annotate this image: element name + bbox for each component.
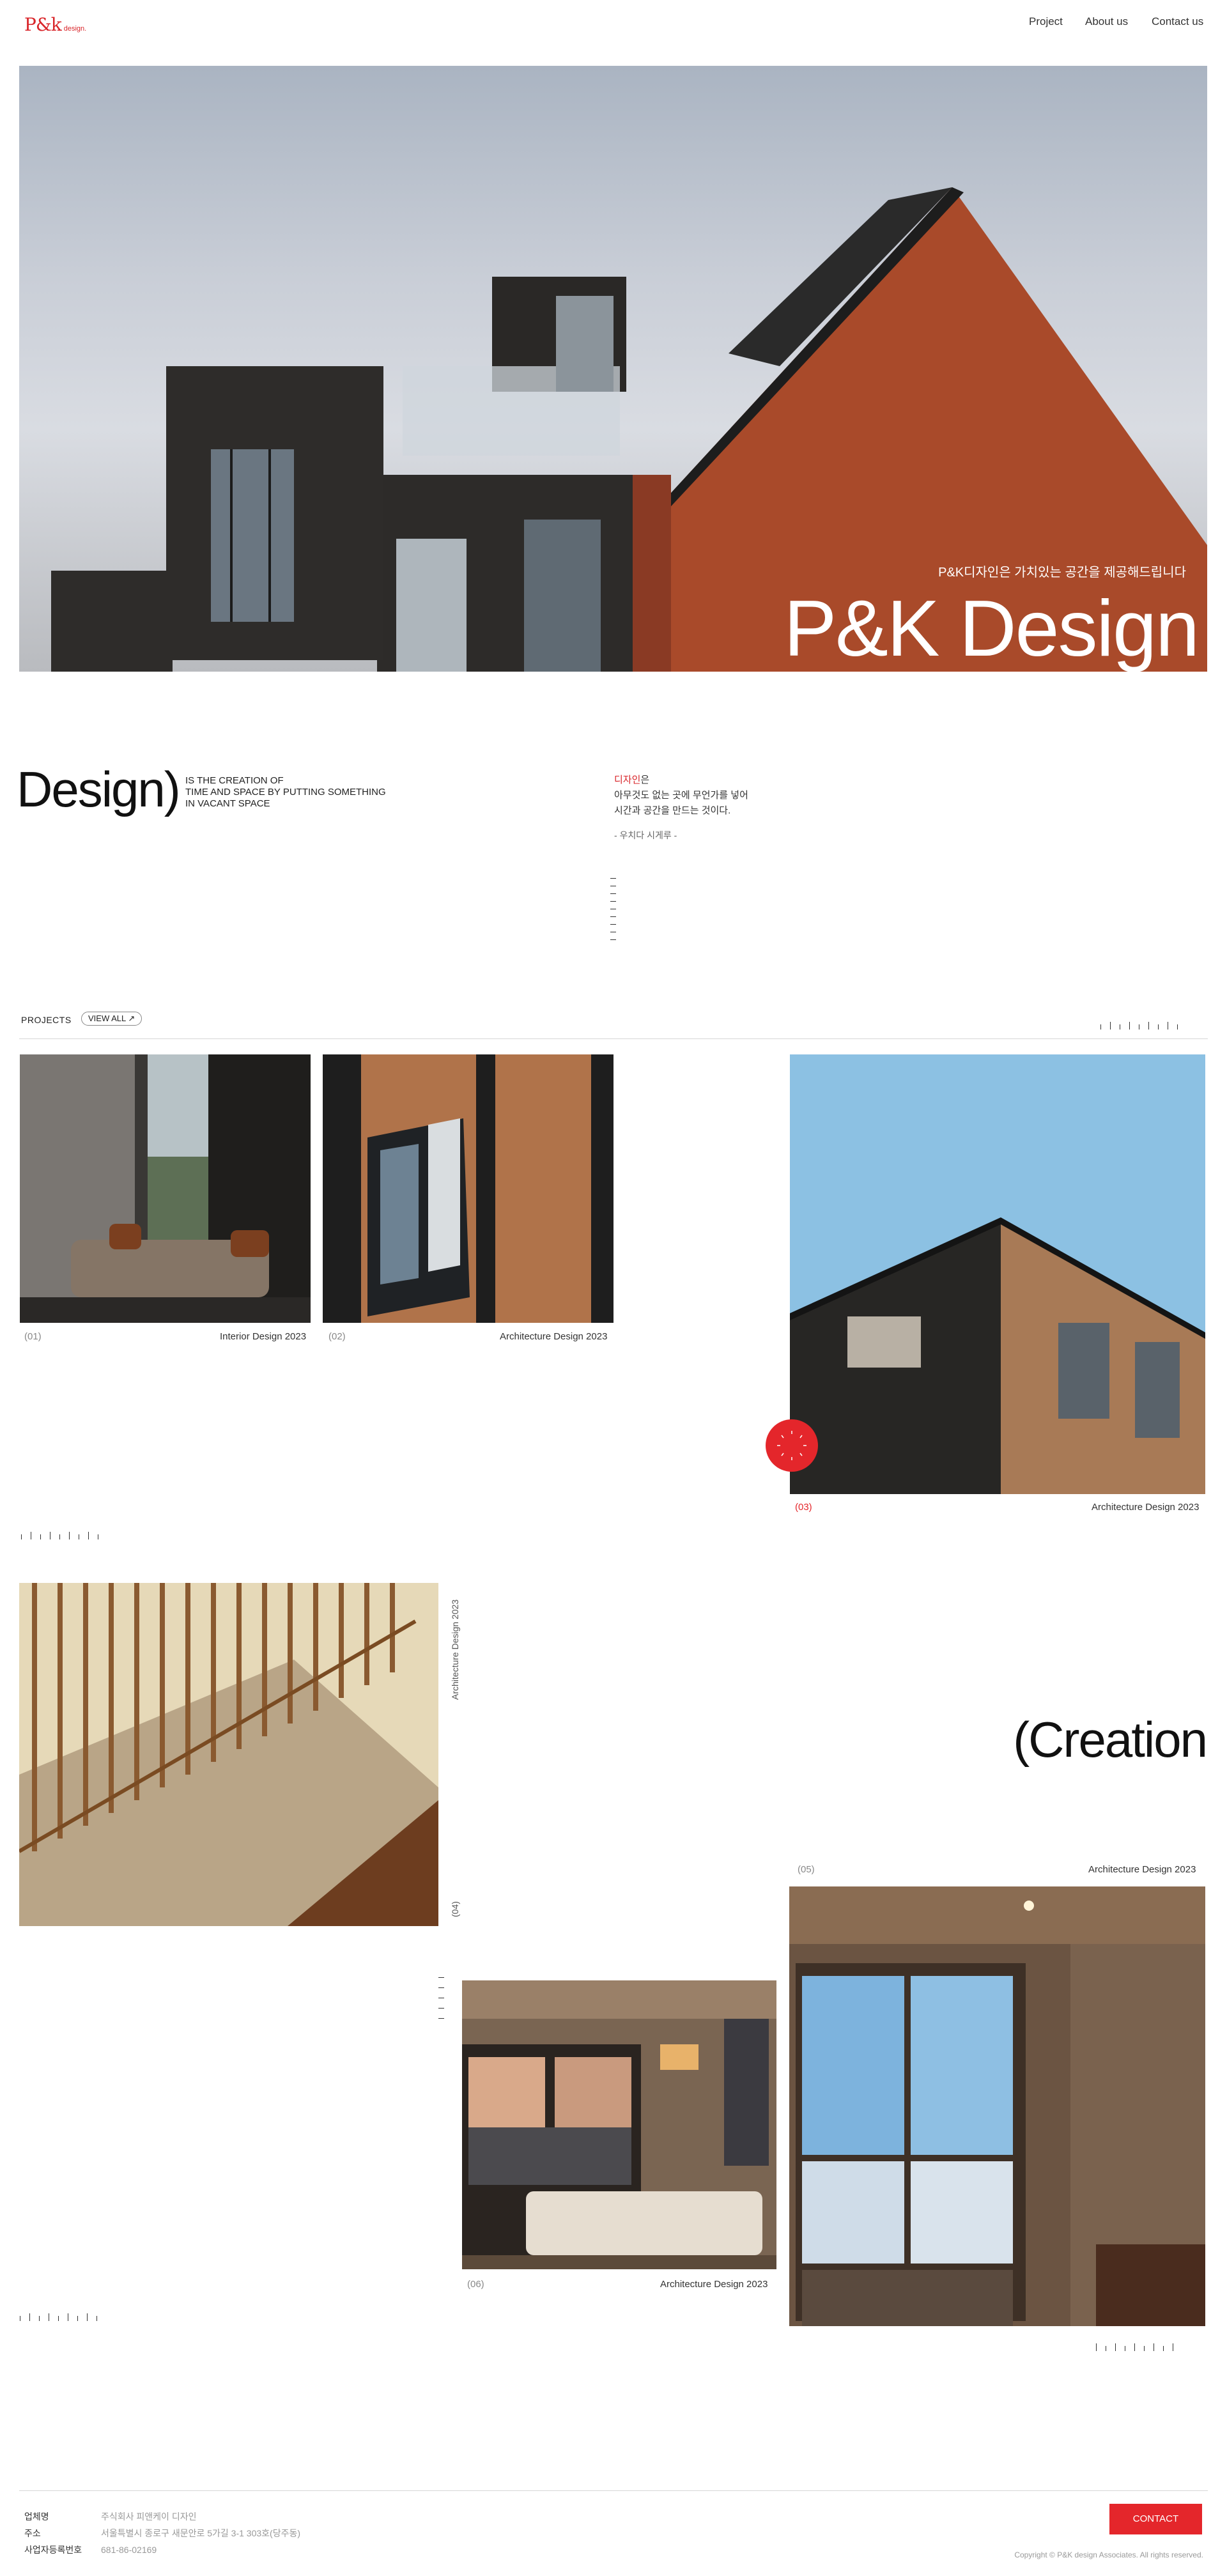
nav-project[interactable]: Project (1029, 15, 1063, 28)
hero-subtitle: P&K디자인은 가치있는 공간을 제공해드립니다 (938, 566, 1186, 580)
facade-image (323, 1054, 614, 1323)
spinner-dots-icon (777, 1431, 806, 1460)
nav-contact-us[interactable]: Contact us (1152, 15, 1203, 28)
vertical-ticks-divider (438, 1977, 444, 2019)
hero-banner: P&K디자인은 가치있는 공간을 제공해드립니다 P&K Design (19, 66, 1207, 672)
logo-sub: design. (63, 25, 87, 33)
intro-en-line: IN VACANT SPACE (185, 798, 270, 809)
intro-kr-accent: 디자인 (614, 775, 641, 785)
footer-bizno-key: 사업자등록번호 (24, 2545, 82, 2555)
living-room-image (462, 1980, 776, 2269)
footer-bizno-value: 681-86-02169 (101, 2545, 157, 2555)
staircase-image (19, 1583, 438, 1926)
project-card-04-num: (04) (450, 1901, 460, 1917)
project-card-02-num: (02) (328, 1331, 346, 1342)
logo-text: P&k (24, 14, 62, 35)
arrow-up-right-icon: ↗ (128, 1014, 135, 1023)
hero-building-image (51, 187, 1207, 672)
projects-label: PROJECTS (21, 1015, 72, 1025)
hero-title: P&K Design (783, 585, 1200, 672)
creation-word: (Creation (1013, 1711, 1208, 1768)
project-card-02-image[interactable] (323, 1054, 614, 1323)
intro-design-word: Design) (17, 761, 181, 817)
intro-en-line: TIME AND SPACE BY PUTTING SOMETHING (185, 787, 386, 798)
footer-company-value: 주식회사 피앤케이 디자인 (101, 2511, 197, 2522)
copyright-text: Copyright © P&K design Associates. All r… (1014, 2550, 1203, 2559)
logo[interactable]: P&k design. (24, 14, 86, 35)
projects-divider (19, 1038, 1208, 1039)
vertical-ticks-divider (610, 878, 616, 940)
tall-window-interior-image (789, 1886, 1205, 2326)
footer-company-row: 업체명 주식회사 피앤케이 디자인 (24, 2508, 196, 2525)
horizontal-ticks-decor (21, 1532, 98, 1539)
project-card-03-image[interactable] (790, 1054, 1205, 1494)
project-card-04-image[interactable] (19, 1583, 438, 1926)
project-card-03-caption: Architecture Design 2023 (1092, 1502, 1200, 1513)
project-card-06-caption: Architecture Design 2023 (660, 2279, 768, 2290)
project-card-06-image[interactable] (462, 1980, 776, 2269)
horizontal-ticks-decor (1100, 1022, 1178, 1030)
project-card-05-image[interactable] (789, 1886, 1205, 2326)
project-card-01-caption: Interior Design 2023 (220, 1331, 307, 1342)
horizontal-ticks-decor (1096, 2343, 1173, 2351)
project-card-05-caption: Architecture Design 2023 (1088, 1864, 1196, 1875)
project-card-04-caption-vertical: Architecture Design 2023 (04) (450, 1585, 463, 1917)
intro-en-text: IS THE CREATION OF TIME AND SPACE BY PUT… (185, 775, 386, 810)
intro-en-line: IS THE CREATION OF (185, 775, 284, 786)
red-circle-badge[interactable] (766, 1419, 818, 1472)
project-card-06-num: (06) (467, 2279, 484, 2290)
project-card-04-caption: Architecture Design 2023 (450, 1599, 460, 1700)
intro-kr-suffix: 은 (640, 775, 650, 785)
contact-button[interactable]: CONTACT (1109, 2504, 1202, 2534)
horizontal-ticks-decor (20, 2313, 97, 2321)
project-card-02-caption: Architecture Design 2023 (500, 1331, 608, 1342)
footer-address-value: 서울특별시 종로구 새문안로 5가길 3-1 303호(당주동) (101, 2528, 300, 2538)
view-all-button[interactable]: VIEW ALL ↗ (81, 1012, 143, 1026)
footer-address-row: 주소 서울특별시 종로구 새문안로 5가길 3-1 303호(당주동) (24, 2525, 300, 2541)
intro-kr-line: 아무것도 없는 곳에 무언가를 넣어 (614, 790, 748, 801)
footer-company-key: 업체명 (24, 2511, 49, 2522)
project-card-01-image[interactable] (20, 1054, 311, 1323)
nav-about-us[interactable]: About us (1085, 15, 1128, 28)
interior-image (20, 1054, 311, 1323)
project-card-03-num: (03) (795, 1502, 812, 1513)
footer-divider (19, 2490, 1208, 2491)
intro-kr-quote: - 우치다 시게루 - (614, 830, 677, 840)
building-sky-image (790, 1054, 1205, 1494)
project-card-01-num: (01) (24, 1331, 42, 1342)
project-card-05-num: (05) (798, 1864, 815, 1875)
footer-address-key: 주소 (24, 2528, 41, 2538)
intro-kr-text: 디자인은 아무것도 없는 곳에 무언가를 넣어 시간과 공간을 만드는 것이다.… (614, 773, 748, 843)
view-all-label: VIEW ALL (88, 1014, 126, 1023)
footer-bizno-row: 사업자등록번호 681-86-02169 (24, 2541, 157, 2558)
intro-kr-line: 시간과 공간을 만드는 것이다. (614, 805, 731, 816)
